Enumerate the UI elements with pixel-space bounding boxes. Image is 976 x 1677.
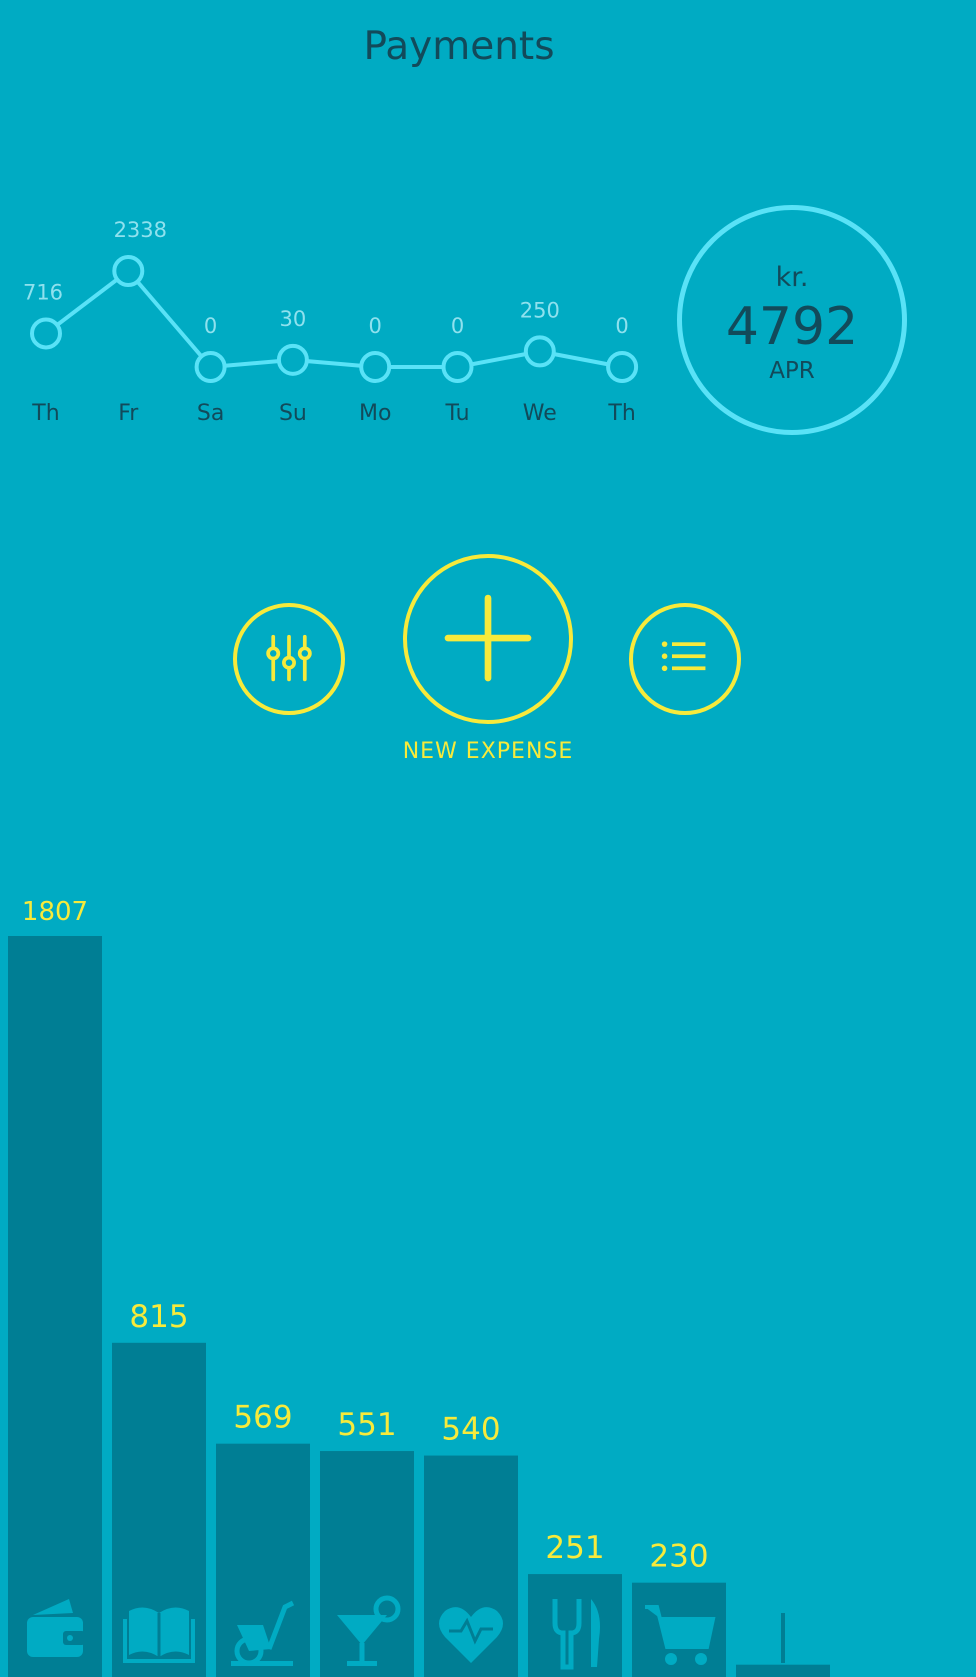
line-segment xyxy=(126,269,213,369)
category-bar[interactable] xyxy=(736,1664,830,1677)
month-label: APR xyxy=(769,358,815,384)
category-bar[interactable] xyxy=(528,1574,622,1677)
list-icon xyxy=(661,641,706,672)
bar-value-label: 815 xyxy=(129,1299,188,1335)
value-label: 716 xyxy=(23,280,63,304)
day-label: Th xyxy=(607,401,635,426)
sliders-icon xyxy=(266,634,312,682)
weekly-line-chart: 716 Th 2338 Fr 0 Sa 30 Su 0 Mo 0 Tu 250 We 0 Th xyxy=(23,218,639,426)
day-label: Tu xyxy=(444,401,469,426)
category-bar[interactable] xyxy=(8,936,102,1677)
new-expense-label: NEW EXPENSE xyxy=(402,739,574,764)
day-label: Su xyxy=(279,401,307,426)
day-label: Mo xyxy=(359,401,391,426)
category-bar-chart: 180781556955154025123030 xyxy=(8,897,830,1677)
data-point[interactable] xyxy=(359,351,392,383)
value-label: 0 xyxy=(204,314,217,338)
currency-label: kr. xyxy=(775,262,809,293)
filter-button[interactable] xyxy=(233,603,345,715)
data-point[interactable] xyxy=(523,335,556,368)
bar-value-label: 1807 xyxy=(22,897,88,927)
day-label: Fr xyxy=(118,401,139,426)
value-label: 0 xyxy=(615,314,628,338)
category-bar[interactable] xyxy=(320,1451,414,1677)
list-button[interactable] xyxy=(629,603,741,715)
data-point[interactable] xyxy=(276,343,309,376)
bar-value-label: 230 xyxy=(649,1539,708,1575)
bar-value-label: 569 xyxy=(233,1400,292,1436)
value-label: 2338 xyxy=(114,218,167,242)
bar-value-label: 251 xyxy=(545,1530,604,1566)
value-label: 30 xyxy=(280,307,307,331)
page-title: Payments xyxy=(363,24,555,69)
day-label: Th xyxy=(31,401,59,426)
day-label: We xyxy=(523,401,557,426)
gift-icon xyxy=(755,1600,811,1663)
plus-icon xyxy=(444,594,532,682)
monthly-total-badge[interactable]: kr. 4792 APR xyxy=(677,205,907,435)
day-label: Sa xyxy=(197,401,224,426)
data-point[interactable] xyxy=(30,317,62,350)
data-point[interactable] xyxy=(441,351,474,383)
add-expense-button[interactable] xyxy=(403,554,573,724)
data-point[interactable] xyxy=(112,255,145,287)
value-label: 0 xyxy=(451,314,464,338)
data-point[interactable] xyxy=(194,351,227,383)
bar-value-label: 551 xyxy=(337,1407,396,1443)
value-label: 0 xyxy=(369,314,382,338)
data-point[interactable] xyxy=(606,351,639,383)
bar-value-label: 540 xyxy=(441,1412,500,1448)
total-amount: 4792 xyxy=(725,297,859,357)
value-label: 250 xyxy=(520,298,560,322)
